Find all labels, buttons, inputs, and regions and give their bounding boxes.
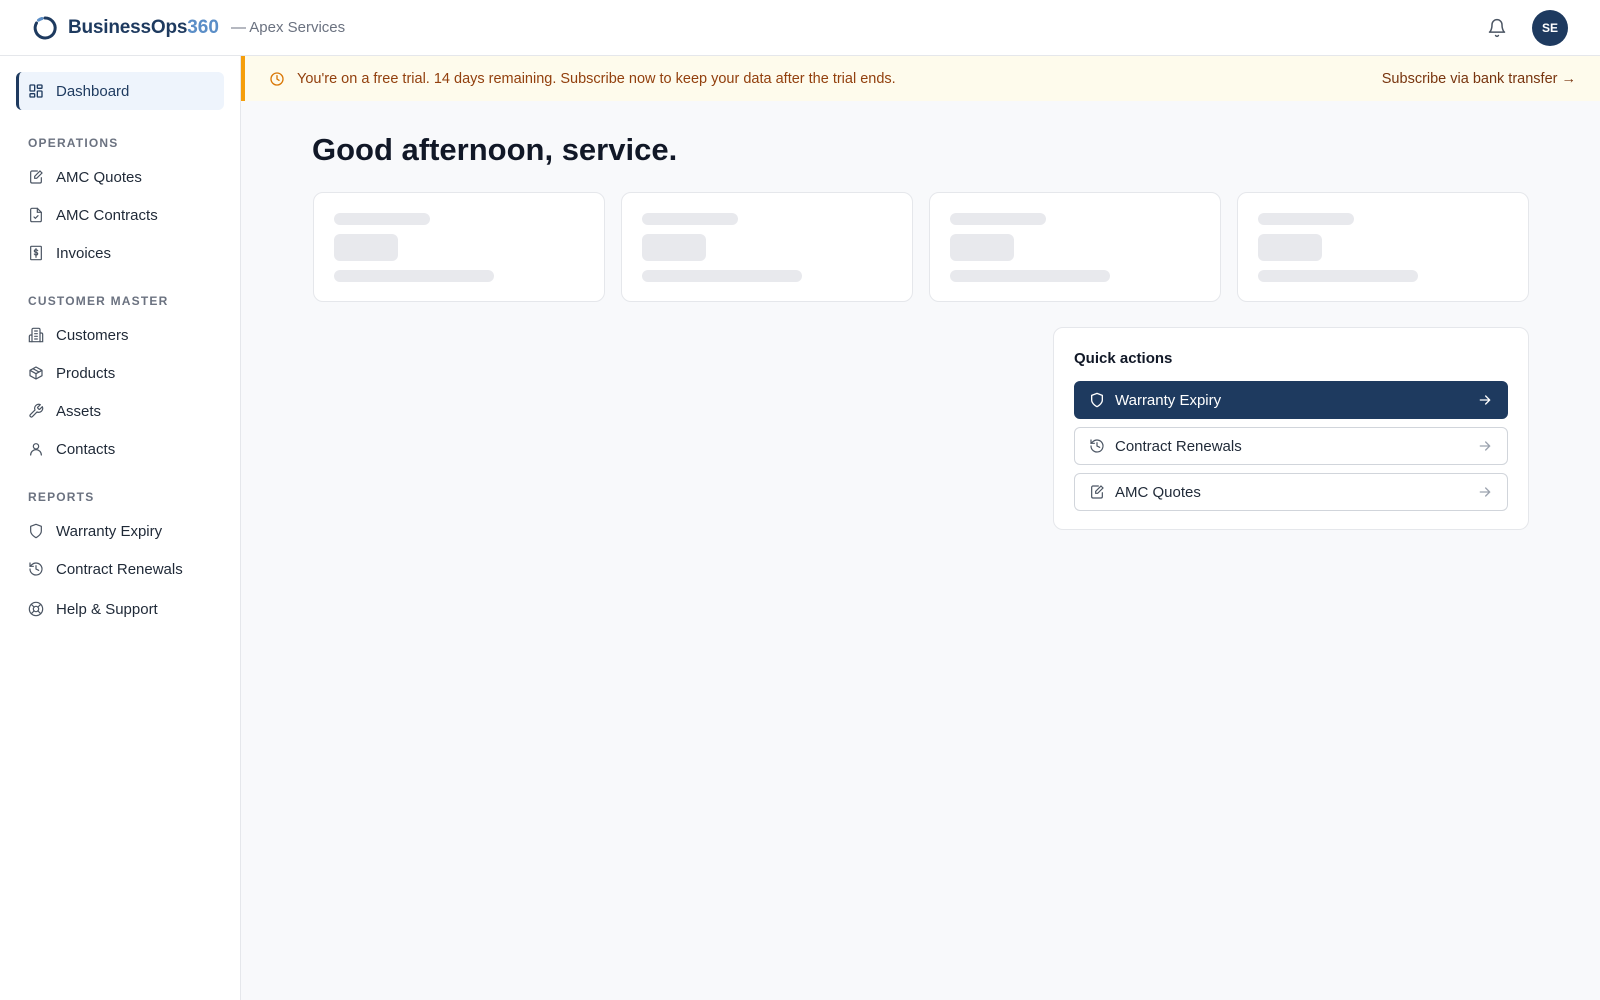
lifebuoy-icon [28, 601, 44, 617]
sidebar: Dashboard OPERATIONS AMC Quotes AMC Cont… [0, 56, 241, 1000]
skeleton-line [1258, 213, 1354, 225]
sidebar-item-label: Products [56, 364, 116, 382]
brand[interactable]: BusinessOps 360 — Apex Services [32, 15, 345, 41]
sidebar-item-contacts[interactable]: Contacts [16, 430, 224, 468]
skeleton-line [334, 270, 494, 282]
section-operations: OPERATIONS [28, 136, 119, 150]
sidebar-item-assets[interactable]: Assets [16, 392, 224, 430]
skeleton-value [950, 234, 1014, 261]
brand-ring-icon [33, 15, 57, 39]
sidebar-item-contract-renewals[interactable]: Contract Renewals [16, 550, 224, 588]
brand-number: 360 [187, 16, 219, 38]
trial-banner-text: You're on a free trial. 14 days remainin… [297, 70, 896, 87]
page-title: Good afternoon, service. [312, 132, 678, 167]
sidebar-item-label: Contacts [56, 440, 116, 458]
sidebar-item-products[interactable]: Products [16, 354, 224, 392]
skeleton-line [1258, 270, 1418, 282]
stat-card-loading [313, 192, 605, 302]
skeleton-value [1258, 234, 1322, 261]
skeleton-value [334, 234, 398, 261]
quick-actions-panel: Quick actions Warranty Expiry Contract R… [1053, 327, 1529, 530]
trial-banner: You're on a free trial. 14 days remainin… [241, 56, 1600, 101]
edit-document-icon [1091, 485, 1104, 499]
arrow-right-icon [1479, 395, 1491, 405]
quick-action-warranty-expiry[interactable]: Warranty Expiry [1074, 381, 1508, 419]
quick-action-label: Contract Renewals [1115, 437, 1242, 455]
skeleton-value [642, 234, 706, 261]
quick-action-contract-renewals[interactable]: Contract Renewals [1074, 427, 1508, 465]
skeleton-line [950, 270, 1110, 282]
arrow-right-icon [1479, 441, 1491, 451]
section-reports: REPORTS [28, 490, 95, 504]
skeleton-line [950, 213, 1046, 225]
skeleton-line [334, 213, 430, 225]
edit-document-icon [30, 170, 43, 184]
sidebar-item-label: Contract Renewals [56, 560, 183, 578]
org-name: — Apex Services [230, 19, 346, 36]
sidebar-item-label: AMC Quotes [56, 168, 142, 186]
arrow-right-icon [1479, 487, 1491, 497]
shield-icon [1091, 392, 1103, 408]
quick-action-label: AMC Quotes [1115, 483, 1201, 501]
clock-icon [270, 71, 284, 86]
sidebar-item-label: Warranty Expiry [56, 522, 163, 540]
brand-name: BusinessOps [68, 16, 188, 38]
history-icon [1090, 439, 1104, 453]
dashboard-icon [29, 84, 43, 98]
stat-card-loading [929, 192, 1221, 302]
bell-icon [1488, 18, 1506, 37]
sidebar-item-invoices[interactable]: Invoices [16, 234, 224, 272]
stat-card-loading [621, 192, 913, 302]
sidebar-item-label: Help & Support [56, 600, 158, 618]
top-bar: BusinessOps 360 — Apex Services SE [0, 0, 1600, 56]
sidebar-item-label: AMC Contracts [56, 206, 158, 224]
sidebar-item-help-support[interactable]: Help & Support [16, 590, 224, 628]
sidebar-item-label: Assets [56, 402, 102, 420]
subscribe-link[interactable]: Subscribe via bank transfer → [1382, 71, 1576, 87]
building-icon [28, 327, 44, 343]
package-icon [29, 366, 43, 380]
skeleton-line [642, 270, 802, 282]
history-icon [29, 562, 43, 576]
sidebar-item-dashboard[interactable]: Dashboard [16, 72, 224, 110]
file-check-icon [30, 207, 42, 223]
skeleton-line [642, 213, 738, 225]
notifications-button[interactable] [1480, 11, 1514, 45]
avatar[interactable]: SE [1532, 9, 1568, 46]
sidebar-item-customers[interactable]: Customers [16, 316, 224, 354]
stat-card-loading [1237, 192, 1529, 302]
sidebar-item-label: Invoices [56, 244, 112, 262]
section-customer-master: CUSTOMER MASTER [28, 294, 169, 308]
quick-action-amc-quotes[interactable]: AMC Quotes [1074, 473, 1508, 511]
sidebar-item-label: Customers [56, 326, 129, 344]
sidebar-item-label: Dashboard [56, 82, 130, 100]
shield-icon [30, 523, 42, 539]
quick-actions-title: Quick actions [1074, 350, 1173, 367]
sidebar-item-amc-quotes[interactable]: AMC Quotes [16, 158, 224, 196]
sidebar-item-amc-contracts[interactable]: AMC Contracts [16, 196, 224, 234]
sidebar-item-warranty-expiry[interactable]: Warranty Expiry [16, 512, 224, 550]
wrench-icon [29, 403, 44, 418]
receipt-dollar-icon [30, 245, 42, 261]
quick-action-label: Warranty Expiry [1115, 391, 1222, 409]
user-icon [30, 443, 42, 456]
